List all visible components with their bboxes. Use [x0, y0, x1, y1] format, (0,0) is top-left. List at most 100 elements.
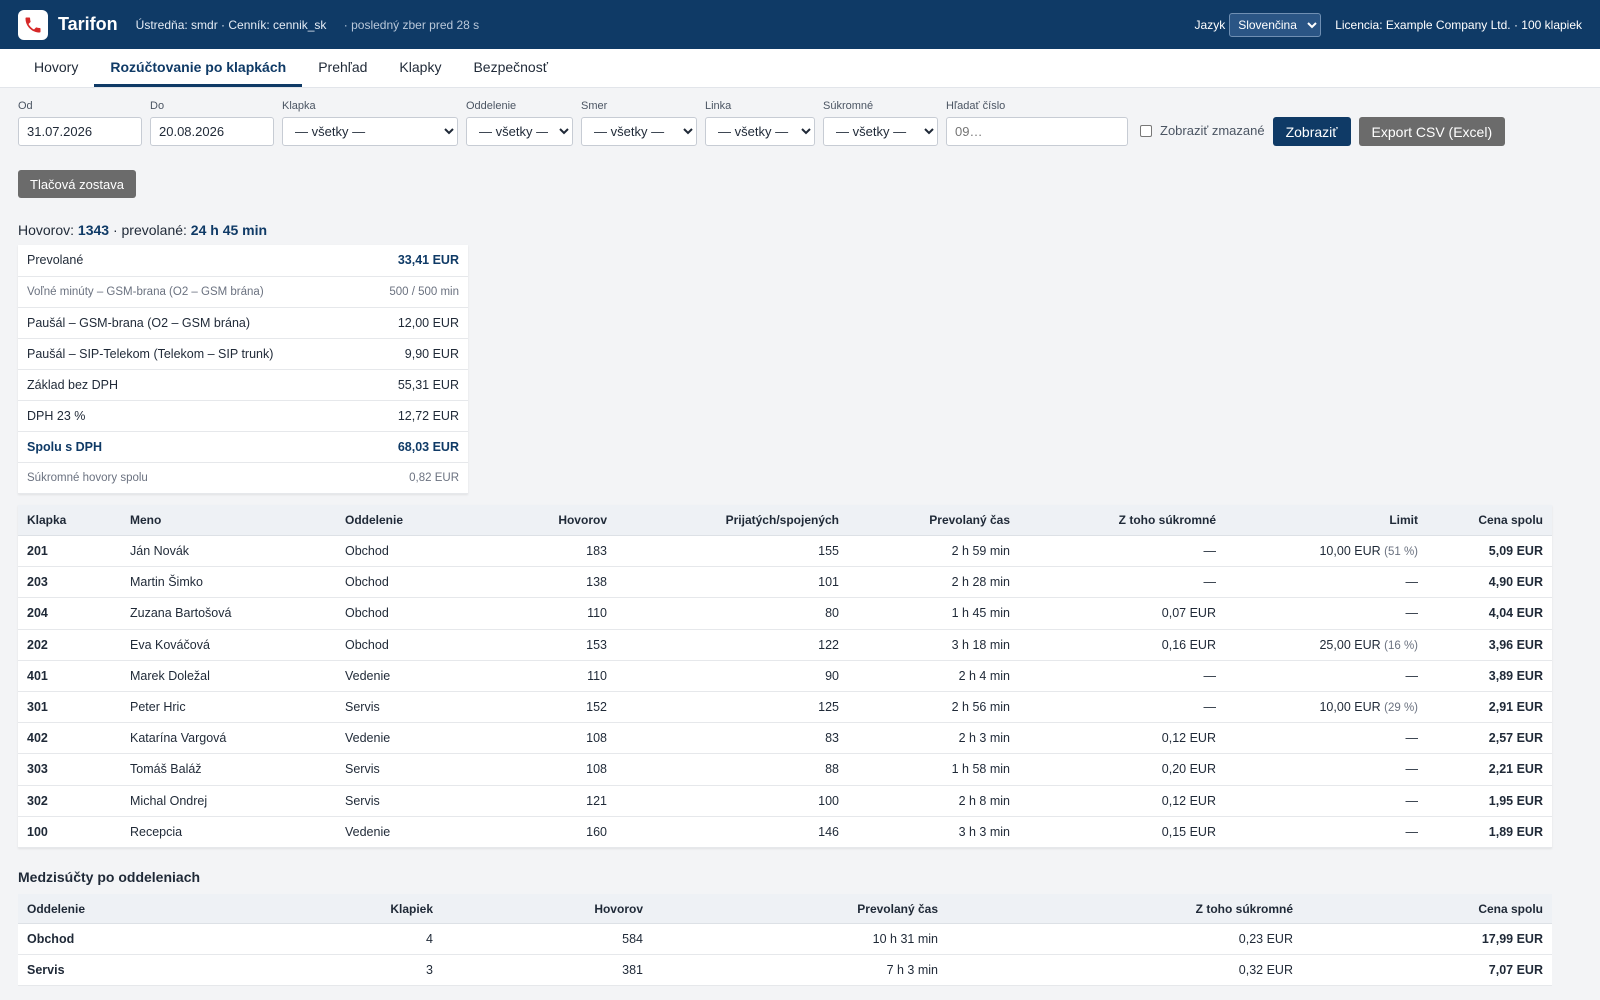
col-limit[interactable]: Limit	[1225, 504, 1427, 536]
department-subtotals-table: Oddelenie Klapiek Hovorov Prevolaný čas …	[18, 893, 1552, 987]
table-row[interactable]: 401 Marek Doležal Vedenie 110 90 2 h 4 min — —3…	[18, 660, 1552, 692]
talk-time: 2 h 8 min	[848, 785, 1019, 817]
received-count: 90	[616, 660, 848, 692]
extension-name: Ján Novák	[121, 535, 336, 568]
table-row[interactable]: Obchod 4 584 10 h 31 min 0,23 EUR 17,99 EUR	[18, 923, 1552, 956]
tab-calls[interactable]: Hovory	[18, 49, 94, 87]
tab-overview[interactable]: Prehľad	[302, 49, 383, 87]
dept-col-talk-time[interactable]: Prevolaný čas	[652, 893, 947, 925]
table-row[interactable]: 203 Martin Šimko Obchod 138 101 2 h 28 min — —4…	[18, 566, 1552, 599]
col-private[interactable]: Z toho súkromné	[1019, 504, 1225, 536]
cost-label: Voľné minúty – GSM-brana (O2 – GSM brána…	[18, 276, 356, 308]
extension-filter-select[interactable]: — všetky —	[282, 117, 458, 146]
table-row[interactable]: 201 Ján Novák Obchod 183 155 2 h 59 min —10,00…	[18, 535, 1552, 568]
limit-cell: —	[1225, 753, 1427, 786]
calls-count: 160	[476, 816, 616, 848]
calls-count: 108	[476, 722, 616, 755]
col-calls[interactable]: Hovorov	[476, 504, 616, 536]
total-price: 3,89 EUR	[1427, 660, 1552, 692]
talk-time: 10 h 31 min	[652, 923, 947, 956]
department-filter-select[interactable]: — všetky —	[466, 117, 573, 146]
table-row[interactable]: 100 Recepcia Vedenie 160 146 3 h 3 min 0,15 EU…	[18, 816, 1552, 848]
cost-value: 0,82 EUR	[355, 462, 468, 494]
language-select[interactable]: Slovenčina	[1229, 12, 1322, 37]
print-report-button[interactable]: Tlačová zostava	[18, 170, 136, 198]
cost-row: Voľné minúty – GSM-brana (O2 – GSM brána…	[18, 276, 468, 308]
cost-row: Spolu s DPH 68,03 EUR	[18, 431, 468, 463]
extension-name: Peter Hric	[121, 691, 336, 724]
extension-count: 3	[238, 954, 442, 987]
table-row[interactable]: 301 Peter Hric Servis 152 125 2 h 56 min —10,0…	[18, 691, 1552, 724]
line-filter-select[interactable]: — všetky —	[705, 117, 815, 146]
show-deleted-label: Zobraziť zmazané	[1160, 123, 1265, 138]
tab-billing-by-extension[interactable]: Rozúčtovanie po klapkách	[94, 49, 303, 87]
dept-col-total-price[interactable]: Cena spolu	[1302, 893, 1552, 925]
received-count: 100	[616, 785, 848, 817]
col-received[interactable]: Prijatých/spojených	[616, 504, 848, 536]
export-csv-button[interactable]: Export CSV (Excel)	[1358, 117, 1506, 146]
private-filter-label: Súkromné	[823, 100, 874, 112]
cost-label: Spolu s DPH	[18, 431, 356, 463]
extension-filter-label: Klapka	[282, 100, 316, 112]
extension-department: Obchod	[336, 629, 476, 661]
private-filter-select[interactable]: — všetky —	[823, 117, 938, 146]
private-cost: 0,07 EUR	[1019, 597, 1225, 630]
dept-col-extensions[interactable]: Klapiek	[238, 893, 442, 925]
table-row[interactable]: Servis 3 381 7 h 3 min 0,32 EUR 7,07 EUR	[18, 954, 1552, 987]
talk-time: 2 h 59 min	[848, 535, 1019, 568]
direction-filter-select[interactable]: — všetky —	[581, 117, 697, 146]
extension-department: Obchod	[336, 535, 476, 568]
dept-col-private[interactable]: Z toho súkromné	[947, 893, 1302, 925]
dept-col-calls[interactable]: Hovorov	[442, 893, 652, 925]
extension-count: 4	[238, 923, 442, 956]
table-row[interactable]: 303 Tomáš Baláž Servis 108 88 1 h 58 min 0,20 …	[18, 753, 1552, 786]
cost-label: DPH 23 %	[18, 400, 356, 432]
show-deleted-checkbox[interactable]	[1140, 124, 1152, 137]
limit-value: —	[1405, 575, 1419, 590]
from-date-input[interactable]	[18, 117, 142, 146]
table-row[interactable]: 302 Michal Ondrej Servis 121 100 2 h 8 min 0,1…	[18, 785, 1552, 817]
cost-row: Paušál – GSM-brana (O2 – GSM brána) 12,00…	[18, 307, 468, 339]
calls-count: 153	[476, 629, 616, 661]
direction-filter-label: Smer	[581, 100, 608, 112]
filter-bar: Od Do Klapka — všetky — Oddelenie — všet…	[0, 88, 1600, 146]
cost-value: 12,00 EUR	[355, 307, 468, 339]
cost-row: DPH 23 % 12,72 EUR	[18, 400, 468, 432]
extension-department: Vedenie	[336, 660, 476, 692]
table-row[interactable]: 202 Eva Kováčová Obchod 153 122 3 h 18 min 0,1…	[18, 629, 1552, 661]
extension-department: Obchod	[336, 566, 476, 599]
col-department[interactable]: Oddelenie	[336, 504, 476, 536]
col-talk-time[interactable]: Prevolaný čas	[848, 504, 1019, 536]
cost-label: Základ bez DPH	[18, 369, 356, 401]
limit-percent: (29 %)	[1384, 702, 1418, 715]
talk-time: 3 h 18 min	[848, 629, 1019, 661]
to-date-input[interactable]	[150, 117, 274, 146]
extension-department: Vedenie	[336, 722, 476, 755]
last-collect-text: · posledný zber pred 28 s	[343, 17, 480, 32]
private-cost: —	[1019, 691, 1225, 724]
cost-label: Paušál – SIP-Telekom (Telekom – SIP trun…	[18, 338, 356, 370]
talk-time: 3 h 3 min	[848, 816, 1019, 848]
talk-time-label: · prevolané:	[112, 222, 187, 238]
number-search-input[interactable]	[946, 117, 1128, 146]
limit-value: 10,00 EUR	[1319, 544, 1381, 559]
table-row[interactable]: 402 Katarína Vargová Vedenie 108 83 2 h 3 min…	[18, 722, 1552, 755]
tab-security[interactable]: Bezpečnosť	[457, 49, 564, 87]
received-count: 101	[616, 566, 848, 599]
show-button[interactable]: Zobraziť	[1272, 117, 1351, 146]
extension-number: 302	[18, 785, 121, 817]
table-row[interactable]: 204 Zuzana Bartošová Obchod 110 80 1 h 45 min…	[18, 597, 1552, 630]
col-extension[interactable]: Klapka	[18, 504, 121, 536]
talk-time: 2 h 28 min	[848, 566, 1019, 599]
cost-row: Paušál – SIP-Telekom (Telekom – SIP trun…	[18, 338, 468, 370]
from-date-label: Od	[18, 100, 33, 112]
cost-label: Paušál – GSM-brana (O2 – GSM brána)	[18, 307, 356, 339]
limit-cell: 10,00 EUR (29 %)	[1225, 691, 1427, 724]
tab-extensions[interactable]: Klapky	[383, 49, 457, 87]
show-deleted-toggle[interactable]: Zobraziť zmazané	[1140, 123, 1265, 138]
col-name[interactable]: Meno	[121, 504, 336, 536]
private-cost: 0,15 EUR	[1019, 816, 1225, 848]
col-total-price[interactable]: Cena spolu	[1427, 504, 1552, 536]
dept-col-department[interactable]: Oddelenie	[18, 893, 238, 925]
calls-count: 110	[476, 597, 616, 630]
